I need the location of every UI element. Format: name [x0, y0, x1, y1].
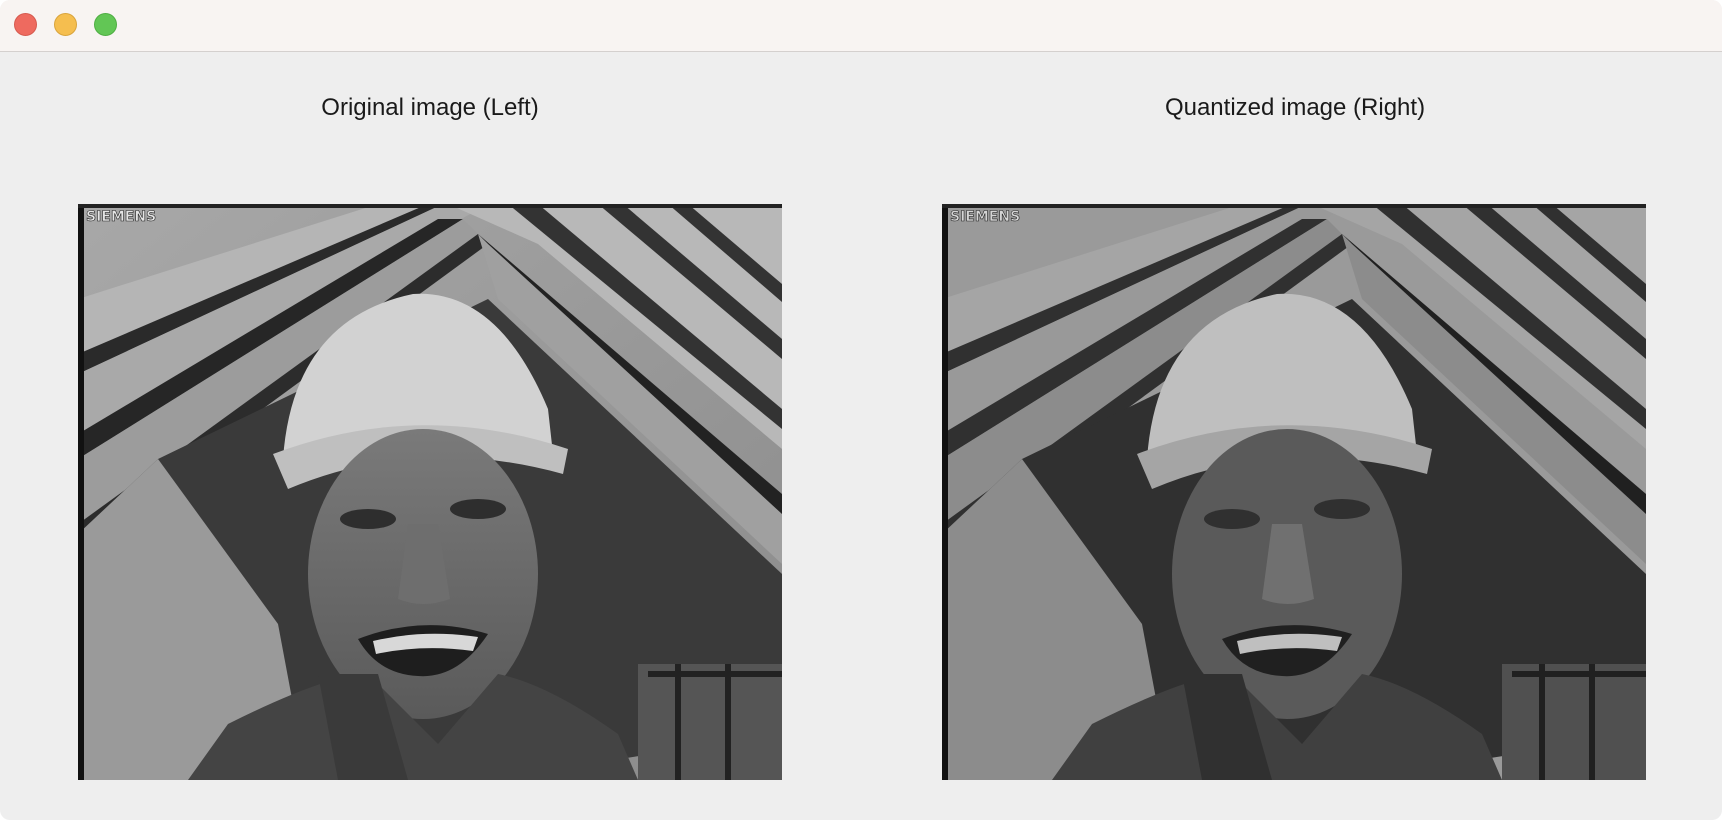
original-image: SIEMENS — [78, 204, 782, 780]
app-window: Original image (Left) Quantized image (R… — [0, 0, 1722, 820]
content-area: Original image (Left) Quantized image (R… — [0, 52, 1722, 820]
quantized-image: SIEMENS — [942, 204, 1646, 780]
minimize-window-button[interactable] — [54, 13, 77, 36]
original-image-title: Original image (Left) — [321, 94, 539, 121]
title-bar[interactable] — [0, 0, 1722, 52]
quantized-image-title: Quantized image (Right) — [1164, 94, 1426, 121]
siemens-watermark-right: SIEMENS — [950, 209, 1020, 225]
siemens-watermark-left: SIEMENS — [86, 209, 156, 225]
close-window-button[interactable] — [14, 13, 37, 36]
maximize-window-button[interactable] — [94, 13, 117, 36]
